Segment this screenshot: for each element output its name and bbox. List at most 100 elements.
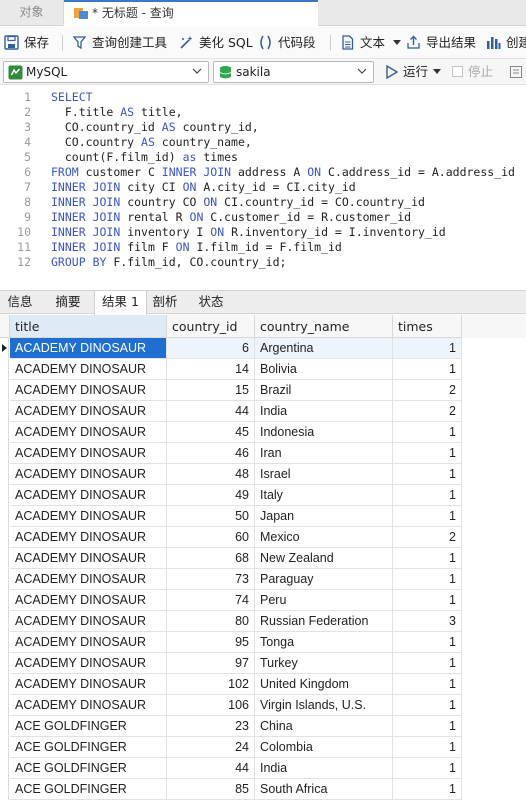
cell-country-name[interactable]: Mexico [255, 527, 393, 548]
table-row[interactable]: ACADEMY DINOSAUR 60 Mexico 2 [0, 527, 526, 548]
column-header-country-id[interactable]: country_id [167, 315, 255, 338]
cell-country-id[interactable]: 85 [167, 779, 255, 800]
cell-country-id[interactable]: 24 [167, 737, 255, 758]
cell-country-id[interactable]: 44 [167, 401, 255, 422]
result-grid[interactable]: title country_id country_name times ACAD… [0, 315, 526, 810]
table-row[interactable]: ACADEMY DINOSAUR 15 Brazil 2 [0, 380, 526, 401]
cell-title[interactable]: ACADEMY DINOSAUR [10, 380, 167, 401]
row-marker[interactable] [0, 590, 9, 611]
cell-title[interactable]: ACADEMY DINOSAUR [10, 422, 167, 443]
cell-country-id[interactable]: 73 [167, 569, 255, 590]
cell-country-name[interactable]: South Africa [255, 779, 393, 800]
cell-times[interactable]: 1 [393, 422, 462, 443]
cell-country-name[interactable]: Russian Federation [255, 611, 393, 632]
cell-country-id[interactable]: 23 [167, 716, 255, 737]
cell-title[interactable]: ACADEMY DINOSAUR [10, 674, 167, 695]
cell-country-id[interactable]: 74 [167, 590, 255, 611]
row-marker[interactable] [0, 569, 9, 590]
cell-country-name[interactable]: Iran [255, 443, 393, 464]
table-row[interactable]: ACADEMY DINOSAUR 102 United Kingdom 1 [0, 674, 526, 695]
cell-country-id[interactable]: 49 [167, 485, 255, 506]
cell-times[interactable]: 1 [393, 443, 462, 464]
table-row[interactable]: ACADEMY DINOSAUR 46 Iran 1 [0, 443, 526, 464]
cell-country-name[interactable]: Argentina [255, 338, 393, 359]
cell-country-id[interactable]: 6 [167, 338, 255, 359]
table-row[interactable]: ACADEMY DINOSAUR 14 Bolivia 1 [0, 359, 526, 380]
cell-title[interactable]: ACADEMY DINOSAUR [10, 695, 167, 716]
cell-country-name[interactable]: Peru [255, 590, 393, 611]
row-marker[interactable] [0, 485, 9, 506]
database-select[interactable]: sakila [213, 61, 374, 83]
cell-country-name[interactable]: Japan [255, 506, 393, 527]
table-row[interactable]: ACADEMY DINOSAUR 95 Tonga 1 [0, 632, 526, 653]
sql-editor[interactable]: 1 SELECT 2 F.title AS title, 3 CO.country_i… [0, 86, 526, 286]
cell-country-id[interactable]: 48 [167, 464, 255, 485]
row-marker[interactable] [0, 548, 9, 569]
cell-times[interactable]: 1 [393, 569, 462, 590]
table-row[interactable]: ACE GOLDFINGER 44 India 1 [0, 758, 526, 779]
row-marker[interactable] [0, 401, 9, 422]
cell-times[interactable]: 1 [393, 464, 462, 485]
cell-country-id[interactable]: 106 [167, 695, 255, 716]
cell-times[interactable]: 1 [393, 359, 462, 380]
cell-times[interactable]: 1 [393, 779, 462, 800]
cell-times[interactable]: 1 [393, 338, 462, 359]
cell-country-id[interactable]: 45 [167, 422, 255, 443]
cell-title[interactable]: ACE GOLDFINGER [10, 737, 167, 758]
cell-country-name[interactable]: India [255, 758, 393, 779]
row-marker[interactable] [0, 716, 9, 737]
cell-country-id[interactable]: 60 [167, 527, 255, 548]
cell-title[interactable]: ACADEMY DINOSAUR [10, 527, 167, 548]
table-row[interactable]: ACADEMY DINOSAUR 45 Indonesia 1 [0, 422, 526, 443]
cell-times[interactable]: 1 [393, 758, 462, 779]
cell-title[interactable]: ACE GOLDFINGER [10, 779, 167, 800]
table-row[interactable]: ACADEMY DINOSAUR 80 Russian Federation 3 [0, 611, 526, 632]
row-marker[interactable] [0, 443, 9, 464]
cell-times[interactable]: 1 [393, 506, 462, 527]
cell-title[interactable]: ACADEMY DINOSAUR [10, 590, 167, 611]
cell-title[interactable]: ACADEMY DINOSAUR [10, 632, 167, 653]
cell-title[interactable]: ACADEMY DINOSAUR [10, 548, 167, 569]
cell-country-name[interactable]: Tonga [255, 632, 393, 653]
row-marker[interactable] [0, 338, 9, 359]
cell-country-id[interactable]: 95 [167, 632, 255, 653]
row-marker[interactable] [0, 758, 9, 779]
table-row[interactable]: ACADEMY DINOSAUR 73 Paraguay 1 [0, 569, 526, 590]
column-header-country-name[interactable]: country_name [255, 315, 393, 338]
cell-country-id[interactable]: 50 [167, 506, 255, 527]
cell-times[interactable]: 2 [393, 380, 462, 401]
row-marker[interactable] [0, 506, 9, 527]
cell-country-name[interactable]: Virgin Islands, U.S. [255, 695, 393, 716]
table-row[interactable]: ACADEMY DINOSAUR 6 Argentina 1 [0, 338, 526, 359]
table-row[interactable]: ACADEMY DINOSAUR 48 Israel 1 [0, 464, 526, 485]
row-marker[interactable] [0, 611, 9, 632]
cell-country-id[interactable]: 14 [167, 359, 255, 380]
cell-country-name[interactable]: United Kingdom [255, 674, 393, 695]
cell-country-id[interactable]: 97 [167, 653, 255, 674]
explain-icon[interactable] [510, 66, 522, 78]
cell-country-name[interactable]: Israel [255, 464, 393, 485]
code-snippet-button[interactable]: 代码段 [258, 33, 320, 53]
tab-summary[interactable]: 摘要 [46, 291, 90, 313]
cell-times[interactable]: 1 [393, 548, 462, 569]
cell-title[interactable]: ACADEMY DINOSAUR [10, 464, 167, 485]
cell-country-name[interactable]: Brazil [255, 380, 393, 401]
cell-times[interactable]: 1 [393, 674, 462, 695]
cell-country-id[interactable]: 44 [167, 758, 255, 779]
tab-untitled-query[interactable]: * 无标题 - 查询 [64, 0, 318, 26]
cell-times[interactable]: 2 [393, 401, 462, 422]
tab-result-1[interactable]: 结果 1 [94, 291, 147, 315]
cell-country-id[interactable]: 102 [167, 674, 255, 695]
cell-country-name[interactable]: Paraguay [255, 569, 393, 590]
cell-country-name[interactable]: China [255, 716, 393, 737]
tab-status[interactable]: 状态 [193, 291, 229, 313]
cell-country-id[interactable]: 46 [167, 443, 255, 464]
cell-title[interactable]: ACADEMY DINOSAUR [10, 338, 167, 359]
cell-title[interactable]: ACADEMY DINOSAUR [10, 359, 167, 380]
cell-country-name[interactable]: Italy [255, 485, 393, 506]
tab-objects[interactable]: 对象 [0, 0, 64, 26]
tab-profile[interactable]: 剖析 [147, 291, 183, 313]
cell-times[interactable]: 1 [393, 695, 462, 716]
table-row[interactable]: ACE GOLDFINGER 23 China 1 [0, 716, 526, 737]
cell-times[interactable]: 1 [393, 716, 462, 737]
